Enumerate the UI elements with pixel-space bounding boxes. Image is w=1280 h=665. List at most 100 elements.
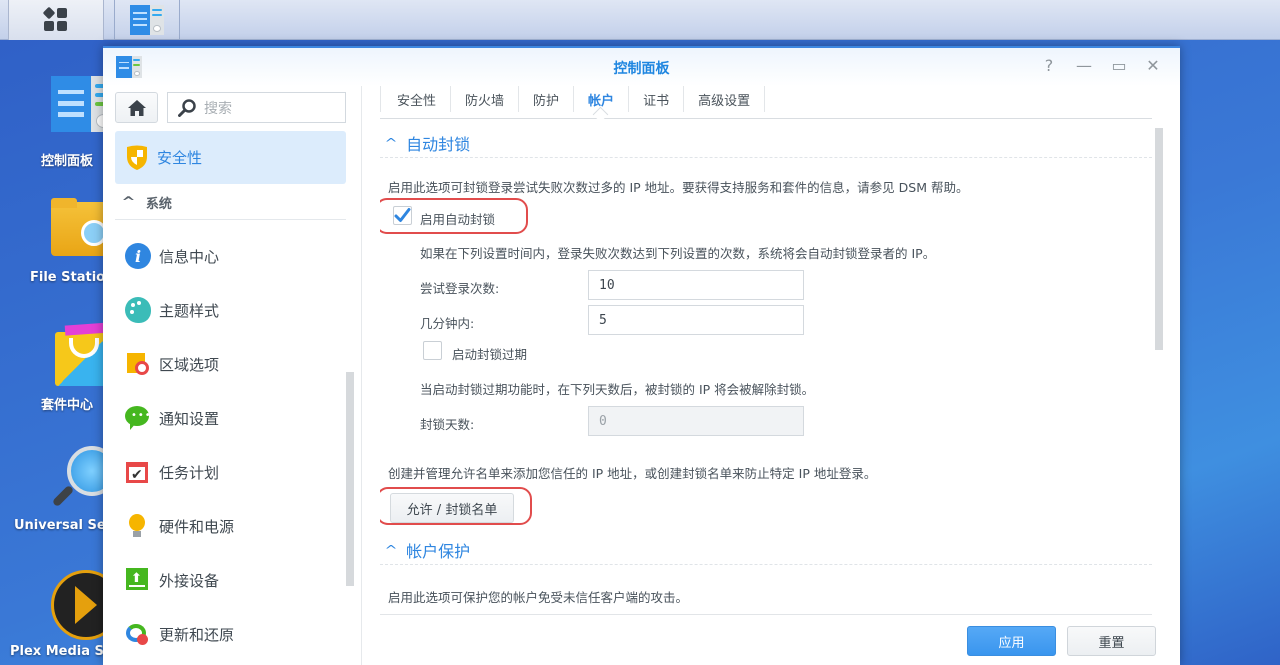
chevron-up-icon: ^ [384,135,398,150]
sidebar-item-label: 任务计划 [159,463,220,482]
sidebar-item-theme[interactable]: 主题样式 [115,288,340,332]
section-header-account-protection[interactable]: ^ 帐户保护 [380,535,1152,565]
sidebar-divider [361,86,362,665]
chevron-up-icon: ^ [121,195,136,210]
list-description: 创建并管理允许名单来添加您信任的 IP 地址，或创建封锁名单来防止特定 IP 地… [388,466,877,481]
desktop-icon-universal-search[interactable]: Universal Search [0,446,117,533]
tab-bar: 安全性 防火墙 防护 帐户 证书 高级设置 [380,86,1152,119]
home-button[interactable] [115,92,158,123]
sidebar: 搜索 安全性 ^ 系统 i 信息中心 主题样式 区域选项 ••• 通知设置 ✔ … [103,86,361,665]
expire-description: 当启动封锁过期功能时，在下列天数后，被封锁的 IP 将会被解除封锁。 [420,382,815,397]
sidebar-item-label: 区域选项 [159,355,220,374]
sidebar-group-label: 系统 [145,197,172,212]
block-days-label: 封锁天数: [420,417,475,432]
control-panel-icon [17,74,117,140]
checkmark-icon [394,208,411,222]
window-title: 控制面板 [613,61,670,77]
apply-button[interactable]: 应用 [967,626,1056,656]
sidebar-item-regional-options[interactable]: 区域选项 [115,342,340,386]
allow-block-list-button[interactable]: 允许 / 封锁名单 [390,493,514,523]
attempts-label: 尝试登录次数: [420,281,500,296]
taskbar [0,0,1280,40]
search-input[interactable]: 搜索 [167,92,346,123]
sidebar-item-label: 信息中心 [159,247,220,266]
update-restore-icon [125,621,151,647]
sidebar-item-security[interactable]: 安全性 [115,131,346,184]
tab-account[interactable]: 帐户 [574,86,630,112]
external-device-icon: ⬆ [125,567,151,593]
content-scrollbar[interactable] [1155,128,1163,350]
sidebar-item-hardware-power[interactable]: 硬件和电源 [115,504,340,548]
help-icon[interactable]: ? [1039,56,1059,75]
sidebar-item-info-center[interactable]: i 信息中心 [115,234,340,278]
desktop-icon-label: 套件中心 [40,398,93,413]
reset-button[interactable]: 重置 [1067,626,1156,656]
grid-icon [42,6,68,32]
desktop-icon-plex[interactable]: Plex Media Server [0,570,121,659]
sidebar-item-label: 硬件和电源 [159,517,235,536]
section-title: 帐户保护 [406,541,471,561]
section-header-auto-block[interactable]: ^ 自动封锁 [380,128,1152,158]
sidebar-item-label: 主题样式 [159,301,220,320]
sidebar-item-label: 通知设置 [159,409,220,428]
taskbar-control-panel-button[interactable] [114,0,180,40]
sidebar-item-update-restore[interactable]: 更新和还原 [115,612,340,656]
block-days-input[interactable]: 0 [588,406,804,436]
package-center-icon [17,322,115,388]
tab-firewall[interactable]: 防火墙 [451,86,520,112]
sidebar-item-external-devices[interactable]: ⬆ 外接设备 [115,558,340,602]
account-protection-description: 启用此选项可保护您的帐户免受未信任客户端的攻击。 [388,590,689,605]
chat-bubble-icon: ••• [125,405,151,431]
desktop-icon-label: 控制面板 [40,154,93,169]
block-expire-checkbox[interactable] [423,341,442,360]
rule-description: 如果在下列设置时间内，登录失败次数达到下列设置的次数，系统将会自动封锁登录者的 … [420,246,936,261]
desktop-icon-label: File Station [30,270,104,285]
sidebar-item-task-scheduler[interactable]: ✔ 任务计划 [115,450,340,494]
calendar-check-icon: ✔ [125,459,151,485]
block-expire-label[interactable]: 启动封锁过期 [452,344,527,363]
tab-advanced[interactable]: 高级设置 [684,86,766,112]
folder-search-icon [17,198,117,264]
minutes-label: 几分钟内: [420,316,475,331]
sidebar-item-label: 安全性 [157,149,203,167]
sidebar-scrollbar[interactable] [346,372,354,586]
tab-protection[interactable]: 防护 [519,86,575,112]
attempts-input[interactable]: 10 [588,270,804,300]
home-icon [127,99,146,116]
desktop-icon-label: Plex Media Server [10,644,104,659]
map-clock-icon [125,351,151,377]
info-icon: i [125,243,151,269]
desktop-icon-label: Universal Search [14,518,104,533]
sidebar-item-label: 更新和还原 [159,625,235,644]
desktop-icon-package-center[interactable]: 套件中心 [0,322,115,413]
close-icon[interactable]: ✕ [1143,56,1163,75]
sidebar-item-label: 外接设备 [159,571,220,590]
desktop-icon-control-panel[interactable]: 控制面板 [0,74,117,169]
enable-auto-block-label[interactable]: 启用自动封锁 [420,209,495,228]
lightbulb-icon [125,513,151,539]
auto-block-description: 启用此选项可封锁登录尝试失败次数过多的 IP 地址。要获得支持服务和套件的信息，… [388,180,969,195]
footer-divider [380,614,1152,615]
content-panel: ^ 自动封锁 启用此选项可封锁登录尝试失败次数过多的 IP 地址。要获得支持服务… [380,128,1152,617]
tab-certificate[interactable]: 证书 [629,86,685,112]
chevron-up-icon: ^ [384,542,398,557]
enable-auto-block-checkbox[interactable] [393,206,412,225]
palette-icon [125,297,151,323]
minutes-input[interactable]: 5 [588,305,804,335]
tab-security[interactable]: 安全性 [380,86,452,112]
control-panel-icon [130,4,164,35]
control-panel-window: 控制面板 ? — ▭ ✕ 搜索 安全性 ^ 系统 i 信息中心 主题样式 区域选… [103,46,1180,665]
minimize-icon[interactable]: — [1074,56,1094,75]
plex-icon [17,570,121,640]
desktop-icon-file-station[interactable]: File Station [0,198,117,285]
radar-magnifier-icon [17,446,117,512]
search-placeholder: 搜索 [204,100,232,117]
sidebar-group-system[interactable]: ^ 系统 [115,186,346,220]
maximize-icon[interactable]: ▭ [1109,56,1129,75]
window-titlebar[interactable]: 控制面板 ? — ▭ ✕ [103,48,1180,86]
section-title: 自动封锁 [406,134,471,154]
search-icon [178,98,196,117]
shield-icon [127,145,147,170]
sidebar-item-notification[interactable]: ••• 通知设置 [115,396,340,440]
main-menu-button[interactable] [8,0,104,40]
